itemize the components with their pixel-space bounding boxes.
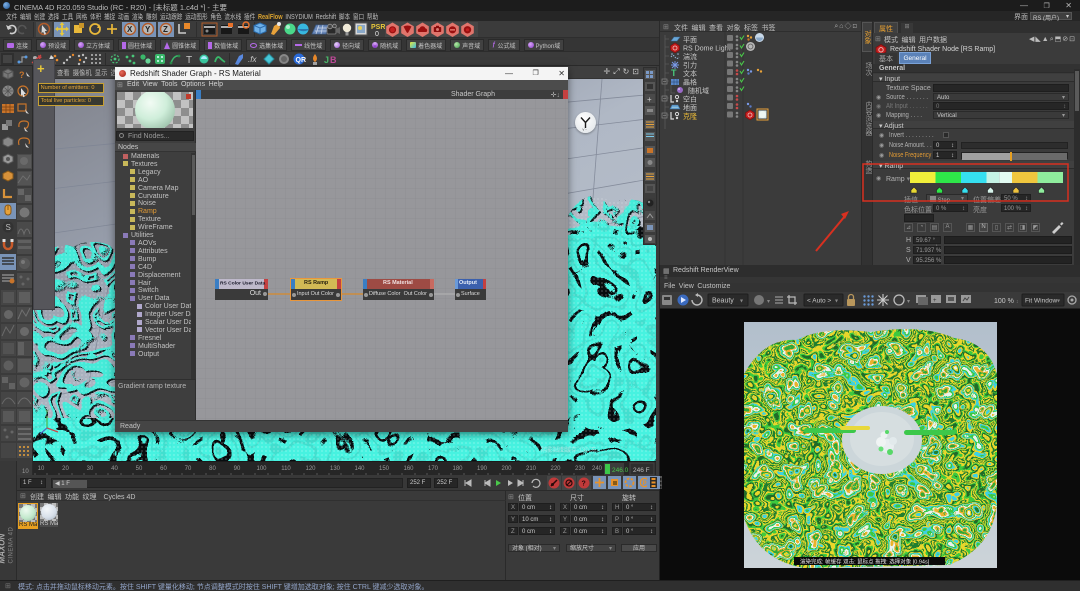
svg-text:▾: ▾ xyxy=(767,299,770,305)
svg-text:120: 120 xyxy=(305,466,316,472)
svg-text:70: 70 xyxy=(185,466,192,472)
svg-text:B: B xyxy=(330,55,337,65)
svg-text:240: 240 xyxy=(592,466,603,472)
svg-text:190: 190 xyxy=(477,466,488,472)
svg-text:Y: Y xyxy=(45,410,49,416)
svg-text:渲染完成: 帧缓存 双击: 鼠标点 拖拽: 选择对象: 渲染完成: 帧缓存 双击: 鼠标点 拖拽: 选择对象 [0.94s] xyxy=(800,558,930,566)
svg-text:湍流: 湍流 xyxy=(683,52,697,61)
svg-text:S: S xyxy=(6,223,11,232)
svg-text:▾: ▾ xyxy=(1057,299,1060,305)
svg-text:▾: ▾ xyxy=(740,299,743,305)
svg-text:246 F: 246 F xyxy=(633,467,650,474)
svg-text:Y: Y xyxy=(145,25,151,34)
svg-text:.fx: .fx xyxy=(248,55,257,64)
svg-text:空白: 空白 xyxy=(683,95,697,104)
svg-text:230: 230 xyxy=(575,466,586,472)
svg-text:▾: ▾ xyxy=(835,299,838,305)
svg-text:50: 50 xyxy=(136,466,143,472)
svg-text:?: ? xyxy=(19,70,25,80)
svg-text:引力: 引力 xyxy=(683,61,697,70)
svg-text:+: + xyxy=(933,298,937,304)
svg-text:+: + xyxy=(647,95,652,104)
svg-text:晶格: 晶格 xyxy=(683,78,697,87)
svg-text:克隆: 克隆 xyxy=(683,112,697,121)
svg-text:T: T xyxy=(671,68,677,78)
svg-text:40: 40 xyxy=(111,466,118,472)
svg-text:140: 140 xyxy=(354,466,365,472)
svg-text:220: 220 xyxy=(550,466,561,472)
svg-text:X: X xyxy=(127,25,133,34)
svg-text:QR: QR xyxy=(296,57,307,64)
svg-text:150: 150 xyxy=(379,466,390,472)
svg-text:平面: 平面 xyxy=(683,36,697,44)
svg-text:文本: 文本 xyxy=(683,69,697,78)
svg-text:90: 90 xyxy=(234,466,241,472)
svg-text:Fit Window: Fit Window xyxy=(1025,298,1057,305)
svg-text:RS Dome Light: RS Dome Light xyxy=(683,46,731,53)
svg-text:阴影贴图缓存 130 万: 阴影贴图缓存 130 万 xyxy=(541,446,596,454)
svg-text:J: J xyxy=(324,55,329,65)
svg-text:100 %: 100 % xyxy=(994,298,1014,305)
svg-text:246.0: 246.0 xyxy=(612,467,629,474)
svg-text:?: ? xyxy=(582,481,586,488)
svg-text:随机域: 随机域 xyxy=(688,86,709,95)
svg-text:180: 180 xyxy=(452,466,463,472)
svg-text:170: 170 xyxy=(428,466,439,472)
svg-text:↕: ↕ xyxy=(1016,299,1019,305)
svg-text:130: 130 xyxy=(330,466,341,472)
svg-text:60: 60 xyxy=(160,466,167,472)
svg-text:110: 110 xyxy=(281,466,291,472)
svg-text:P: P xyxy=(643,481,647,487)
svg-text:▾: ▾ xyxy=(907,299,910,305)
svg-text:210: 210 xyxy=(526,466,537,472)
svg-text:Beauty: Beauty xyxy=(712,298,734,305)
svg-text:Z: Z xyxy=(163,25,168,34)
svg-text:地面: 地面 xyxy=(683,103,697,112)
svg-text:30: 30 xyxy=(87,466,94,472)
svg-text:< Auto >: < Auto > xyxy=(807,298,831,305)
svg-text:Y··: Y·· xyxy=(582,127,587,132)
svg-text:PSR: PSR xyxy=(371,24,385,31)
svg-text:80: 80 xyxy=(209,466,216,472)
svg-text:100: 100 xyxy=(256,466,267,472)
svg-text:160: 160 xyxy=(403,466,414,472)
svg-text:200: 200 xyxy=(501,466,512,472)
svg-text:T: T xyxy=(186,55,192,66)
svg-text:0: 0 xyxy=(375,31,379,38)
svg-text:10: 10 xyxy=(38,466,45,472)
svg-text:20: 20 xyxy=(62,466,69,472)
